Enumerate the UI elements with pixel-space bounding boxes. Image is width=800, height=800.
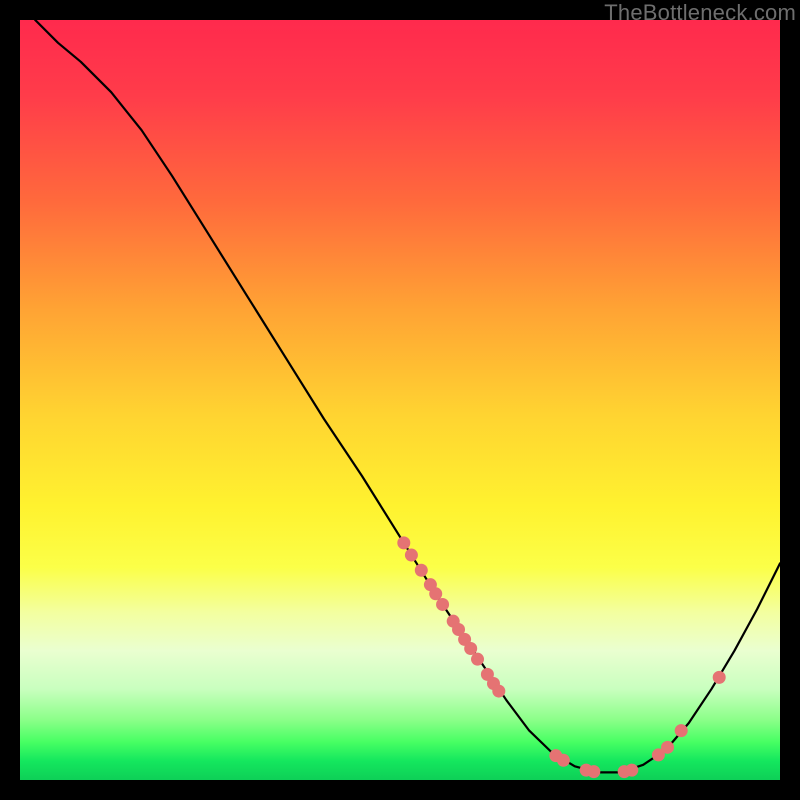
scatter-dot (625, 764, 638, 777)
scatter-dot (405, 549, 418, 562)
bottleneck-curve (35, 20, 780, 772)
scatter-dot (557, 754, 570, 767)
scatter-dot (675, 724, 688, 737)
scatter-dot (415, 564, 428, 577)
scatter-dot (436, 598, 449, 611)
watermark-text: TheBottleneck.com (604, 0, 796, 26)
scatter-dot (429, 587, 442, 600)
scatter-dot (713, 671, 726, 684)
scatter-dot (464, 642, 477, 655)
scatter-dots (397, 536, 725, 778)
scatter-dot (587, 765, 600, 778)
scatter-dot (492, 685, 505, 698)
plot-frame (20, 20, 780, 780)
scatter-dot (471, 653, 484, 666)
scatter-dot (397, 536, 410, 549)
scatter-dot (661, 741, 674, 754)
plot-svg (20, 20, 780, 780)
